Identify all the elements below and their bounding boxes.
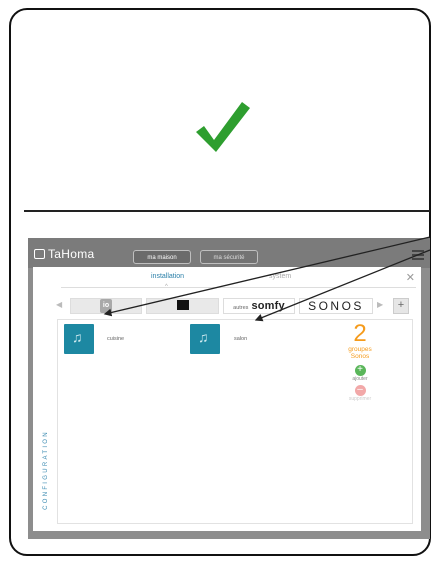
brand-io[interactable]: io <box>70 298 142 314</box>
device-area: ♫ cuisine ♫ salon 2 groupes Sonos + ajou… <box>57 319 413 524</box>
speaker-label: salon <box>234 336 248 342</box>
speaker-label: cuisine <box>107 336 125 342</box>
home-icon <box>34 249 45 259</box>
tab-installation[interactable]: installation <box>151 273 184 280</box>
chevron-right-icon[interactable]: ▶ <box>377 300 383 309</box>
remove-group-button[interactable]: – <box>354 385 366 396</box>
chevron-left-icon[interactable]: ◀ <box>56 300 62 309</box>
menu-icon[interactable] <box>412 250 424 260</box>
configuration-vertical-label: CONFIGURATION <box>43 430 49 510</box>
group-count: 2 <box>353 320 367 347</box>
tab-system[interactable]: system <box>269 273 291 280</box>
tahoma-screenshot: TaHoma ma maison ma sécurité installatio… <box>28 238 430 539</box>
tab-ma-maison[interactable]: ma maison <box>133 250 191 264</box>
close-icon[interactable]: ✕ <box>406 271 415 284</box>
checkmark-icon <box>196 102 250 152</box>
tahoma-logo: TaHoma <box>34 247 94 261</box>
brand-unknown[interactable] <box>146 298 219 314</box>
configuration-panel: installation system ^ ✕ ◀ io autressomfy… <box>33 267 421 531</box>
group-label-2: Sonos <box>350 353 370 360</box>
speaker-tile-cuisine[interactable]: ♫ <box>64 324 94 354</box>
tab-divider <box>61 287 416 288</box>
add-group-label: ajouter <box>352 376 368 382</box>
sonos-groups: 2 groupes Sonos + ajouter – supprimer <box>320 320 400 403</box>
music-note-icon: ♫ <box>72 329 83 345</box>
remove-group-label: supprimer <box>348 396 372 402</box>
divider-line <box>24 210 430 212</box>
speaker-tile-salon[interactable]: ♫ <box>190 324 220 354</box>
brand-somfy[interactable]: autres somfy <box>223 298 295 314</box>
group-label-1: groupes <box>348 346 372 353</box>
add-brand-button[interactable]: + <box>393 298 409 314</box>
top-bar: TaHoma ma maison ma sécurité <box>28 238 430 268</box>
add-group-button[interactable]: + <box>354 365 366 376</box>
tab-ma-securite[interactable]: ma sécurité <box>200 250 258 264</box>
music-note-icon: ♫ <box>198 329 209 345</box>
brand-sonos[interactable]: SONOS <box>299 298 373 314</box>
